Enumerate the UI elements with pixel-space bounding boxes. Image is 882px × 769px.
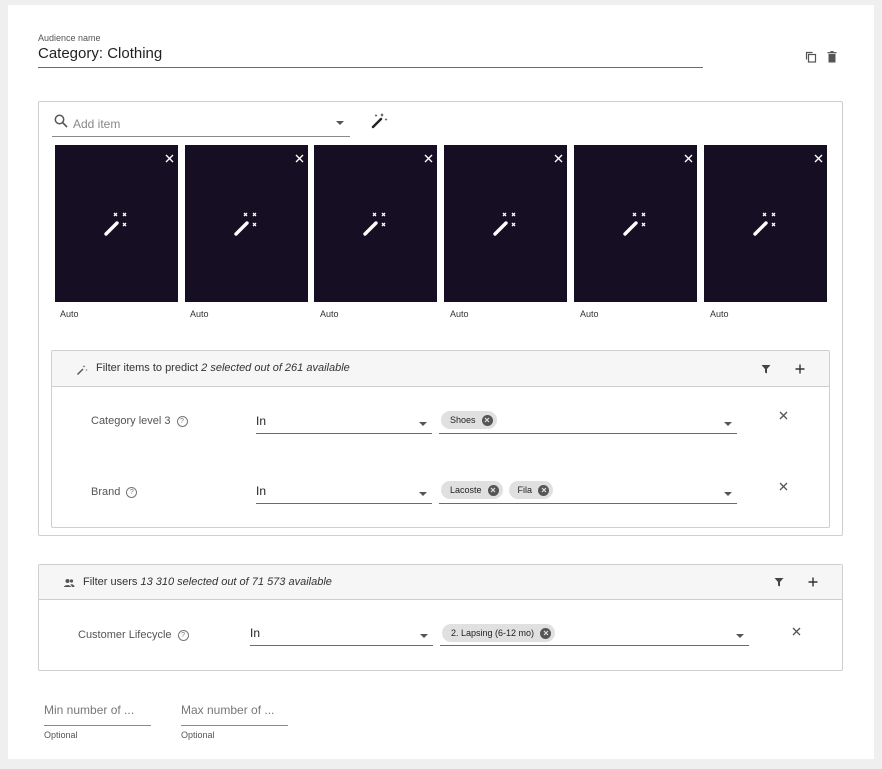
item-tile[interactable] xyxy=(444,145,567,302)
filter-row-label-text: Category level 3 xyxy=(91,415,171,427)
remove-row-icon[interactable] xyxy=(775,407,791,423)
chevron-down-icon[interactable] xyxy=(724,492,732,496)
user-filter-summary: 13 310 selected out of 71 573 available xyxy=(140,576,332,588)
value-chip[interactable]: Fila xyxy=(508,481,554,499)
values-select[interactable]: Lacoste Fila xyxy=(439,479,737,504)
chevron-down-icon[interactable] xyxy=(724,422,732,426)
filter-row-label: Customer Lifecycle ? xyxy=(78,629,189,641)
item-tile[interactable] xyxy=(574,145,697,302)
operator-value: In xyxy=(250,626,261,640)
close-icon[interactable] xyxy=(424,150,433,168)
magic-wand-icon xyxy=(362,211,388,242)
magic-wand-icon xyxy=(103,211,129,242)
remove-chip-icon[interactable] xyxy=(481,414,493,426)
tile-label: Auto xyxy=(320,309,339,319)
chip-label: Lacoste xyxy=(450,485,482,495)
help-icon[interactable]: ? xyxy=(177,629,189,641)
magic-wand-icon[interactable] xyxy=(369,111,389,131)
close-icon[interactable] xyxy=(684,150,693,168)
value-chip[interactable]: 2. Lapsing (6-12 mo) xyxy=(442,624,556,642)
tile-label: Auto xyxy=(450,309,469,319)
help-icon[interactable]: ? xyxy=(126,486,138,498)
filter-row-label-text: Brand xyxy=(91,486,121,498)
operator-select[interactable]: In xyxy=(250,621,433,646)
max-number-input[interactable]: Max number of ... xyxy=(181,703,288,726)
magic-wand-icon xyxy=(752,211,778,242)
close-icon[interactable] xyxy=(814,150,823,168)
add-item-select[interactable]: Add item xyxy=(52,110,350,137)
item-filter-title: Filter items to predict 2 selected out o… xyxy=(96,362,350,374)
operator-value: In xyxy=(256,414,267,428)
values-select[interactable]: 2. Lapsing (6-12 mo) xyxy=(440,621,749,646)
remove-chip-icon[interactable] xyxy=(538,484,550,496)
chevron-down-icon[interactable] xyxy=(420,634,428,638)
remove-chip-icon[interactable] xyxy=(540,627,552,639)
close-icon[interactable] xyxy=(165,150,174,168)
item-tile[interactable] xyxy=(314,145,437,302)
remove-row-icon[interactable] xyxy=(788,623,804,639)
audience-name-input[interactable]: Category: Clothing xyxy=(38,41,703,68)
close-icon[interactable] xyxy=(295,150,304,168)
value-chip[interactable]: Lacoste xyxy=(441,481,503,499)
item-filter-title-text: Filter items to predict xyxy=(96,362,199,374)
user-filter-title: Filter users 13 310 selected out of 71 5… xyxy=(83,576,332,588)
search-icon xyxy=(54,114,68,133)
trash-icon[interactable] xyxy=(824,49,840,65)
max-number-hint: Optional xyxy=(181,730,215,740)
filter-icon[interactable] xyxy=(758,361,774,377)
copy-icon[interactable] xyxy=(803,49,819,65)
item-tile[interactable] xyxy=(704,145,827,302)
magic-wand-icon xyxy=(233,211,259,242)
add-icon[interactable] xyxy=(805,574,821,590)
item-tile[interactable] xyxy=(185,145,308,302)
tile-label: Auto xyxy=(60,309,79,319)
chevron-down-icon[interactable] xyxy=(336,121,344,125)
user-filter-header[interactable]: Filter users 13 310 selected out of 71 5… xyxy=(39,565,842,600)
operator-select[interactable]: In xyxy=(256,409,432,434)
filter-icon[interactable] xyxy=(771,574,787,590)
user-filter-title-text: Filter users xyxy=(83,576,138,588)
operator-value: In xyxy=(256,484,267,498)
value-chip[interactable]: Shoes xyxy=(441,411,497,429)
min-number-hint: Optional xyxy=(44,730,78,740)
operator-select[interactable]: In xyxy=(256,479,432,504)
magic-wand-icon xyxy=(492,211,518,242)
tile-label: Auto xyxy=(580,309,599,319)
min-number-input[interactable]: Min number of ... xyxy=(44,703,151,726)
item-filter-header[interactable]: Filter items to predict 2 selected out o… xyxy=(52,351,829,387)
filter-row-label: Brand ? xyxy=(91,486,138,498)
add-item-placeholder: Add item xyxy=(73,117,121,131)
remove-row-icon[interactable] xyxy=(775,478,791,494)
item-filter-panel: Filter items to predict 2 selected out o… xyxy=(51,350,830,528)
audience-card: Audience name Category: Clothing Add ite… xyxy=(8,5,874,759)
users-icon xyxy=(63,576,75,594)
remove-chip-icon[interactable] xyxy=(487,484,499,496)
filter-row-label: Category level 3 ? xyxy=(91,415,188,427)
chevron-down-icon[interactable] xyxy=(419,422,427,426)
filter-row-label-text: Customer Lifecycle xyxy=(78,629,172,641)
magic-wand-icon xyxy=(622,211,648,242)
tile-label: Auto xyxy=(710,309,729,319)
user-filter-panel: Filter users 13 310 selected out of 71 5… xyxy=(38,564,843,671)
chip-label: Shoes xyxy=(450,415,476,425)
min-number-placeholder: Min number of ... xyxy=(44,703,135,717)
magic-wand-icon xyxy=(76,363,88,381)
item-tile[interactable] xyxy=(55,145,178,302)
chevron-down-icon[interactable] xyxy=(419,492,427,496)
max-number-placeholder: Max number of ... xyxy=(181,703,275,717)
chevron-down-icon[interactable] xyxy=(736,634,744,638)
help-icon[interactable]: ? xyxy=(176,415,188,427)
add-icon[interactable] xyxy=(792,361,808,377)
chip-label: 2. Lapsing (6-12 mo) xyxy=(451,628,535,638)
chip-label: Fila xyxy=(517,485,533,495)
close-icon[interactable] xyxy=(554,150,563,168)
items-panel: Add item Auto Auto Auto Auto Auto Auto F… xyxy=(38,101,843,536)
values-select[interactable]: Shoes xyxy=(439,409,737,434)
tile-label: Auto xyxy=(190,309,209,319)
item-filter-summary: 2 selected out of 261 available xyxy=(201,362,350,374)
